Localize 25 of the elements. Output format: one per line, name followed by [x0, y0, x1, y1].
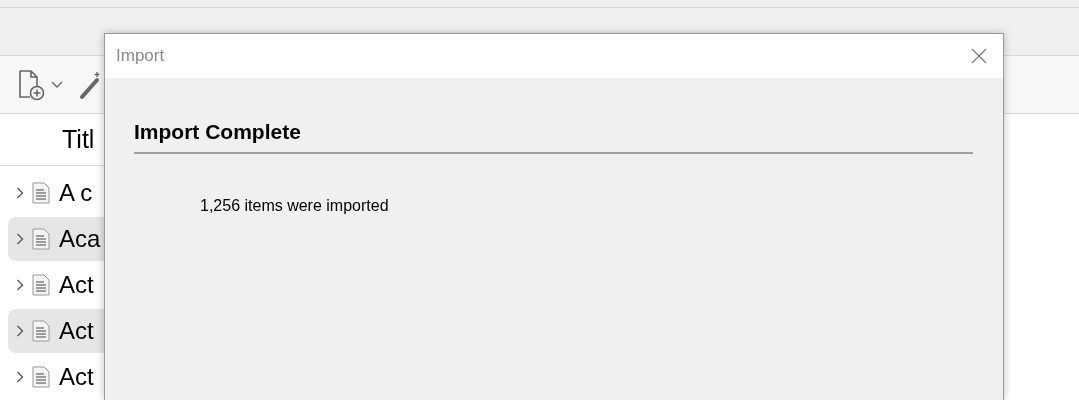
item-title: Act	[59, 271, 94, 299]
document-icon	[32, 228, 50, 250]
expand-chevron-icon[interactable]	[16, 325, 24, 337]
import-message: 1,256 items were imported	[200, 197, 390, 215]
expand-chevron-icon[interactable]	[16, 187, 24, 199]
document-icon	[32, 320, 50, 342]
expand-chevron-icon[interactable]	[16, 279, 24, 291]
expand-chevron-icon[interactable]	[16, 233, 24, 245]
close-icon[interactable]	[971, 48, 987, 64]
magic-wand-icon[interactable]	[79, 69, 101, 100]
item-title: Aca	[59, 225, 101, 253]
dialog-heading: Import Complete	[134, 120, 302, 144]
row-highlight[interactable]: Aca	[8, 217, 104, 261]
item-title: A c	[59, 179, 93, 207]
caret-icon[interactable]	[51, 80, 63, 89]
item-title: Act	[59, 317, 94, 345]
document-icon	[32, 366, 50, 388]
column-header[interactable]: Titl	[62, 125, 95, 154]
dialog-title: Import	[116, 46, 165, 66]
item-title: Act	[59, 363, 94, 391]
expand-chevron-icon[interactable]	[16, 371, 24, 383]
row-highlight[interactable]: Act	[8, 309, 104, 353]
document-icon	[32, 274, 50, 296]
new-item-button[interactable]	[17, 68, 63, 101]
document-icon	[32, 182, 50, 204]
